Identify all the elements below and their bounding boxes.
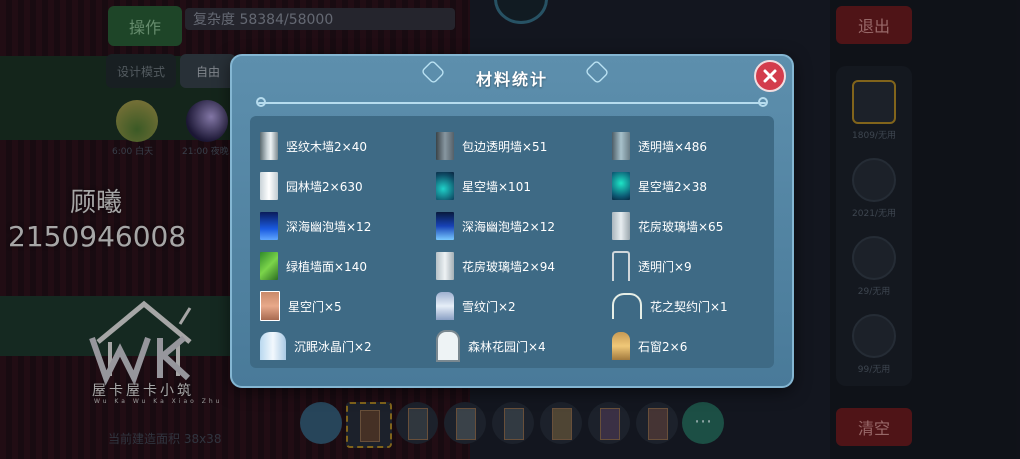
cleardoor-icon	[612, 251, 630, 281]
pactdoor-icon	[612, 293, 642, 319]
material-label: 花房玻璃墙×65	[638, 219, 724, 234]
icedoor-icon	[260, 332, 286, 360]
material-label: 雪纹门×2	[462, 299, 516, 314]
woodwall-icon	[260, 132, 278, 160]
green-icon	[260, 252, 278, 280]
material-label: 透明墙×486	[638, 139, 707, 154]
snowdoor-icon	[436, 292, 454, 320]
material-label: 透明门×9	[638, 259, 692, 274]
divider-dot	[758, 97, 768, 107]
close-icon	[763, 69, 777, 83]
material-item: 石窗2×6	[612, 326, 770, 366]
edgeglass-icon	[436, 132, 454, 160]
material-item: 花之契约门×1	[612, 286, 770, 326]
star2-icon	[612, 172, 630, 200]
material-label: 花房玻璃墙2×94	[462, 259, 555, 274]
material-item: 森林花园门×4	[436, 326, 612, 366]
clearwall-icon	[612, 132, 630, 160]
material-item: 深海幽泡墙×12	[260, 206, 436, 246]
stardoor-icon	[260, 291, 280, 321]
material-grid: 竖纹木墙2×40 包边透明墙×51 透明墙×486 园林墙2×630 星空墙×101 星空…	[260, 126, 770, 366]
material-label: 石窗2×6	[638, 339, 688, 354]
material-list-panel: 竖纹木墙2×40 包边透明墙×51 透明墙×486 园林墙2×630 星空墙×101 星空…	[250, 116, 774, 368]
material-item: 透明墙×486	[612, 126, 770, 166]
material-item: 深海幽泡墙2×12	[436, 206, 612, 246]
material-item: 竖纹木墙2×40	[260, 126, 436, 166]
material-label: 园林墙2×630	[286, 179, 363, 194]
garden-icon	[260, 172, 278, 200]
material-label: 星空门×5	[288, 299, 342, 314]
forestdoor-icon	[436, 330, 460, 362]
material-item: 透明门×9	[612, 246, 770, 286]
material-item: 花房玻璃墙×65	[612, 206, 770, 246]
close-button[interactable]	[754, 60, 786, 92]
material-label: 星空墙2×38	[638, 179, 707, 194]
material-item: 星空门×5	[260, 286, 436, 326]
bubble2-icon	[436, 212, 454, 240]
dialog-title: 材料统计	[475, 70, 548, 89]
flowerglass-icon	[612, 212, 630, 240]
material-label: 深海幽泡墙×12	[286, 219, 372, 234]
material-item: 沉眠冰晶门×2	[260, 326, 436, 366]
material-item: 园林墙2×630	[260, 166, 436, 206]
material-item: 星空墙2×38	[612, 166, 770, 206]
material-label: 沉眠冰晶门×2	[294, 339, 372, 354]
flowerglass2-icon	[436, 252, 454, 280]
material-label: 包边透明墙×51	[462, 139, 548, 154]
material-item: 绿植墙面×140	[260, 246, 436, 286]
material-stats-dialog: 材料统计 竖纹木墙2×40 包边透明墙×51 透明墙×486 园林墙2×630 星空墙×…	[230, 54, 794, 388]
material-item: 星空墙×101	[436, 166, 612, 206]
material-label: 森林花园门×4	[468, 339, 546, 354]
stonewin-icon	[612, 332, 630, 360]
material-item: 花房玻璃墙2×94	[436, 246, 612, 286]
material-label: 深海幽泡墙2×12	[462, 219, 555, 234]
material-label: 星空墙×101	[462, 179, 531, 194]
bubble-icon	[260, 212, 278, 240]
material-item: 包边透明墙×51	[436, 126, 612, 166]
star-icon	[436, 172, 454, 200]
material-label: 绿植墙面×140	[286, 259, 367, 274]
title-divider	[258, 102, 766, 104]
material-item: 雪纹门×2	[436, 286, 612, 326]
dialog-title-wrap: 材料统计	[412, 64, 612, 92]
material-label: 花之契约门×1	[650, 299, 728, 314]
material-label: 竖纹木墙2×40	[286, 139, 367, 154]
